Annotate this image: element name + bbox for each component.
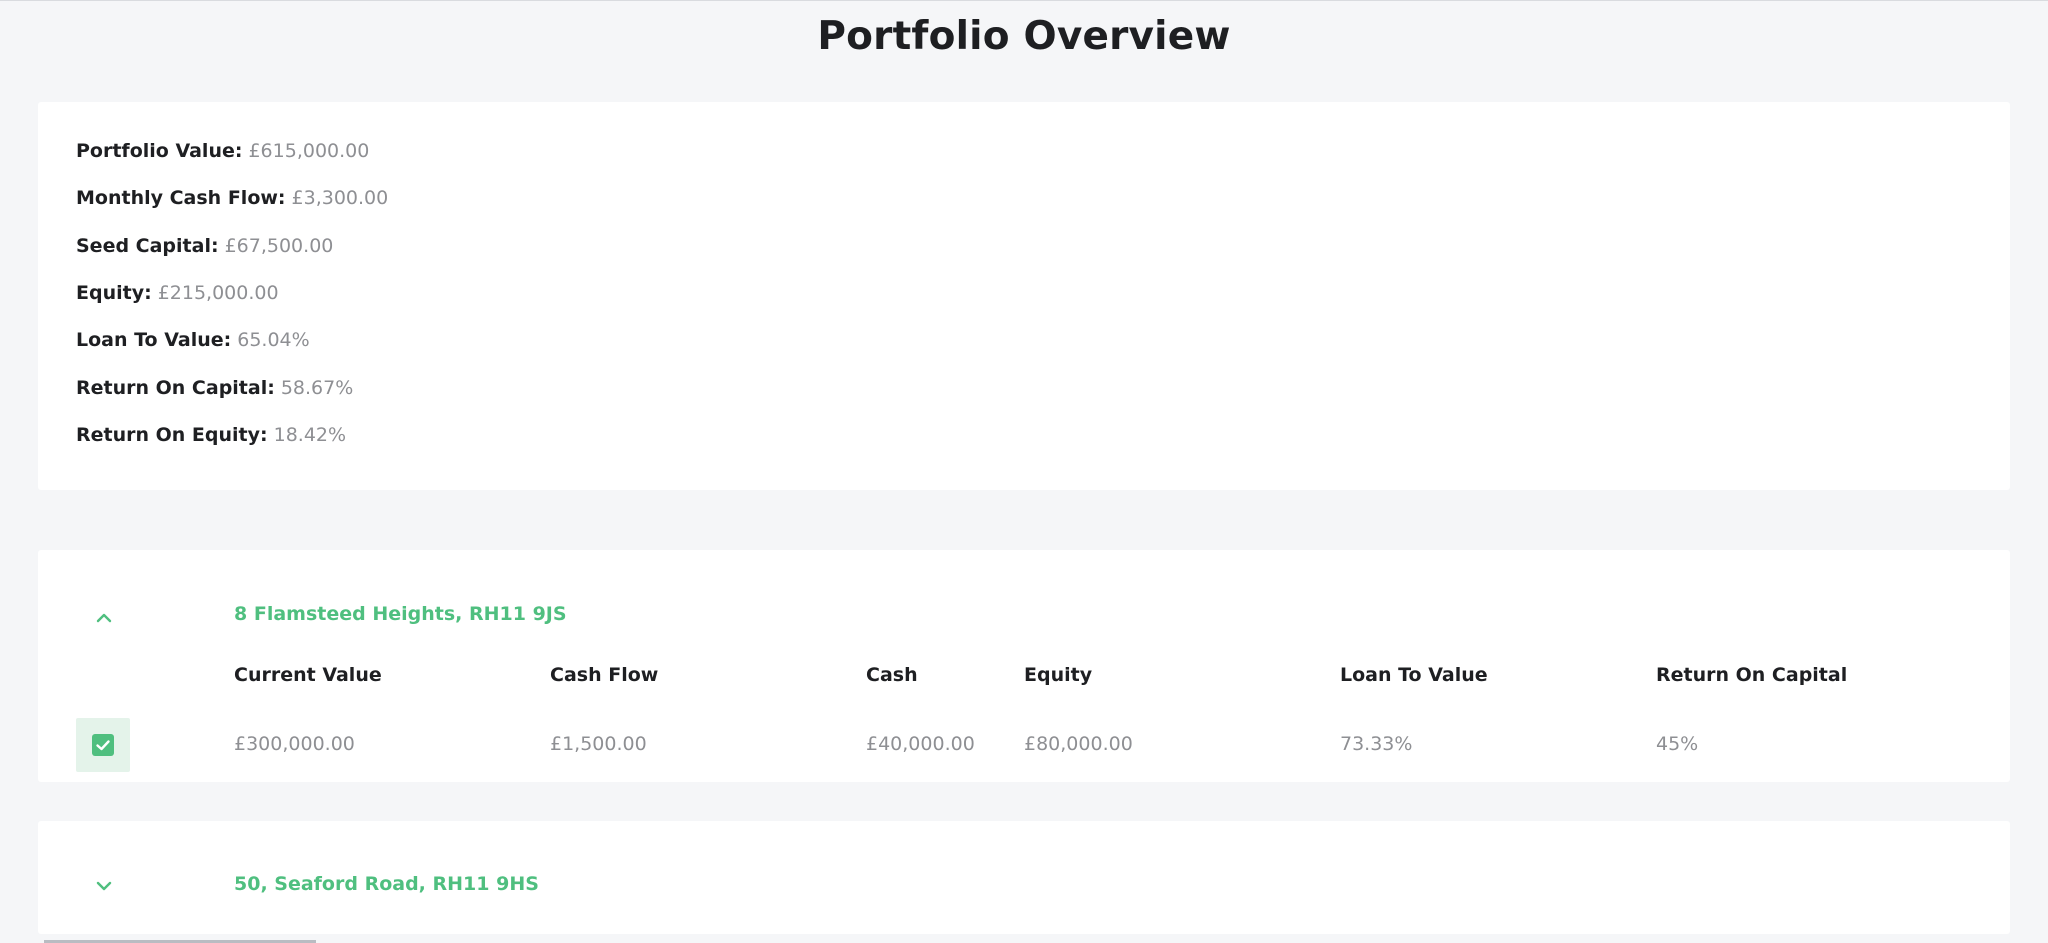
stat-label: Return On Equity: bbox=[76, 424, 268, 446]
stat-value: 65.04% bbox=[237, 329, 310, 351]
stat-value: £67,500.00 bbox=[224, 235, 334, 257]
checkmark-icon bbox=[92, 734, 114, 756]
portfolio-summary-card: Portfolio Value: £615,000.00 Monthly Cash… bbox=[38, 102, 2010, 490]
value-cash: £40,000.00 bbox=[866, 733, 975, 755]
stat-return-on-capital: Return On Capital: 58.67% bbox=[76, 377, 353, 399]
stat-equity: Equity: £215,000.00 bbox=[76, 282, 279, 304]
property-address-link[interactable]: 50, Seaford Road, RH11 9HS bbox=[234, 873, 539, 895]
column-header-equity: Equity bbox=[1024, 664, 1093, 686]
stat-value: 58.67% bbox=[280, 377, 354, 399]
column-header-return-on-capital: Return On Capital bbox=[1656, 664, 1848, 686]
stat-portfolio-value: Portfolio Value: £615,000.00 bbox=[76, 140, 369, 162]
stat-seed-capital: Seed Capital: £67,500.00 bbox=[76, 235, 333, 257]
value-equity: £80,000.00 bbox=[1024, 733, 1133, 755]
value-cash-flow: £1,500.00 bbox=[550, 733, 647, 755]
stat-label: Equity: bbox=[76, 282, 152, 304]
stat-label: Return On Capital: bbox=[76, 377, 275, 399]
page-title: Portfolio Overview bbox=[817, 14, 1231, 59]
property-card: 8 Flamsteed Heights, RH11 9JS Current Va… bbox=[38, 550, 2010, 782]
chevron-up-icon[interactable] bbox=[90, 604, 118, 632]
stat-monthly-cash-flow: Monthly Cash Flow: £3,300.00 bbox=[76, 187, 388, 209]
value-current-value: £300,000.00 bbox=[234, 733, 355, 755]
property-address-link[interactable]: 8 Flamsteed Heights, RH11 9JS bbox=[234, 603, 567, 625]
stat-value: £615,000.00 bbox=[248, 140, 370, 162]
chevron-down-icon[interactable] bbox=[90, 872, 118, 900]
stat-value: £215,000.00 bbox=[157, 282, 279, 304]
property-select-checkbox[interactable] bbox=[76, 718, 130, 772]
stat-return-on-equity: Return On Equity: 18.42% bbox=[76, 424, 346, 446]
stat-label: Seed Capital: bbox=[76, 235, 219, 257]
value-loan-to-value: 73.33% bbox=[1340, 733, 1413, 755]
value-return-on-capital: 45% bbox=[1656, 733, 1699, 755]
column-header-current-value: Current Value bbox=[234, 664, 382, 686]
column-header-cash: Cash bbox=[866, 664, 918, 686]
column-header-cash-flow: Cash Flow bbox=[550, 664, 659, 686]
top-divider bbox=[0, 0, 2048, 1]
column-header-loan-to-value: Loan To Value bbox=[1340, 664, 1488, 686]
stat-loan-to-value: Loan To Value: 65.04% bbox=[76, 329, 310, 351]
stat-label: Monthly Cash Flow: bbox=[76, 187, 286, 209]
property-card: 50, Seaford Road, RH11 9HS bbox=[38, 821, 2010, 934]
stat-label: Portfolio Value: bbox=[76, 140, 243, 162]
stat-label: Loan To Value: bbox=[76, 329, 232, 351]
stat-value: 18.42% bbox=[273, 424, 347, 446]
stat-value: £3,300.00 bbox=[291, 187, 389, 209]
